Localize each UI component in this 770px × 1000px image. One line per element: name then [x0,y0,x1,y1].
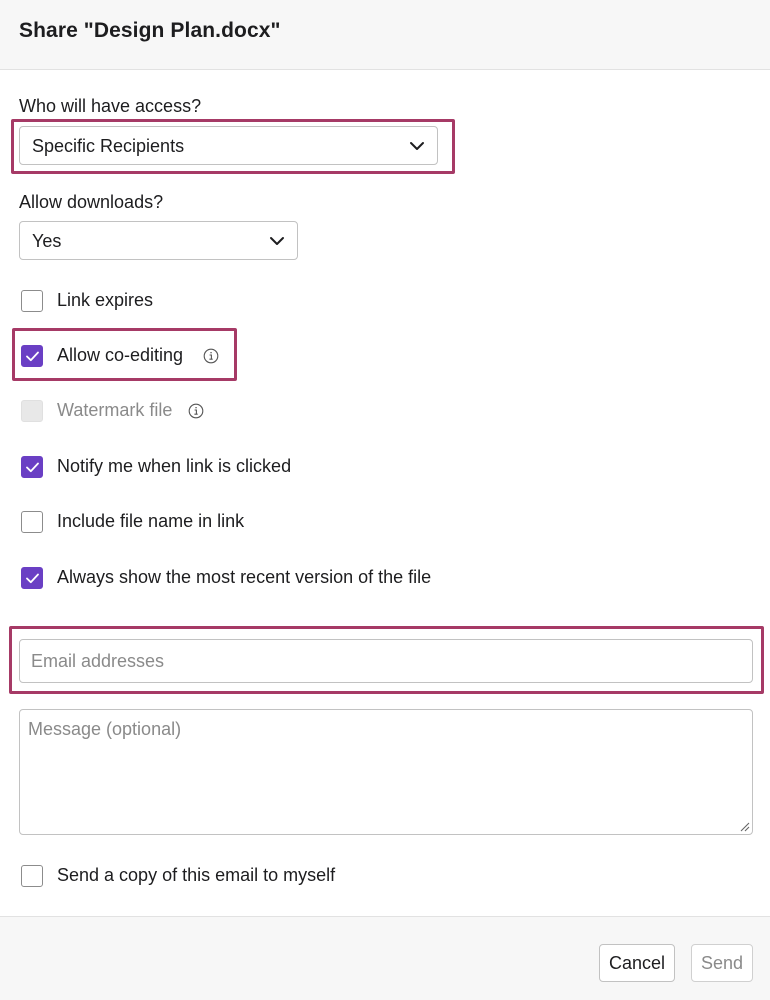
dialog-header: Share "Design Plan.docx" [0,0,770,70]
checkbox[interactable] [21,345,43,367]
downloads-select[interactable]: Yes [19,221,298,260]
option-label: Always show the most recent version of t… [57,567,432,587]
option-label: Watermark file [57,400,173,420]
access-select[interactable]: Specific Recipients [19,126,438,165]
email-addresses-input[interactable] [19,639,753,683]
cancel-button[interactable]: Cancel [599,944,675,982]
checkbox[interactable] [21,865,43,887]
option-label: Allow co-editing [57,345,184,365]
access-select-value: Specific Recipients [32,136,185,156]
checkbox[interactable] [21,290,43,312]
downloads-label: Allow downloads? [19,192,164,212]
message-textarea[interactable] [19,709,753,835]
downloads-select-value: Yes [32,231,62,251]
checkmark-icon [26,462,39,473]
info-icon[interactable] [188,403,204,419]
option-label: Link expires [57,290,154,310]
checkmark-icon [26,351,39,362]
checkmark-icon [26,573,39,584]
send-copy-label: Send a copy of this email to myself [57,865,336,885]
chevron-down-icon [410,142,424,150]
checkbox[interactable] [21,567,43,589]
option-label: Include file name in link [57,511,245,531]
send-button[interactable]: Send [691,944,753,982]
resize-grip-icon[interactable] [739,821,750,832]
access-label: Who will have access? [19,96,202,116]
dialog-title: Share "Design Plan.docx" [19,19,281,42]
checkbox[interactable] [21,511,43,533]
info-icon[interactable] [203,348,219,364]
checkbox[interactable] [21,456,43,478]
option-label: Notify me when link is clicked [57,456,292,476]
checkbox [21,400,43,422]
chevron-down-icon [270,237,284,245]
